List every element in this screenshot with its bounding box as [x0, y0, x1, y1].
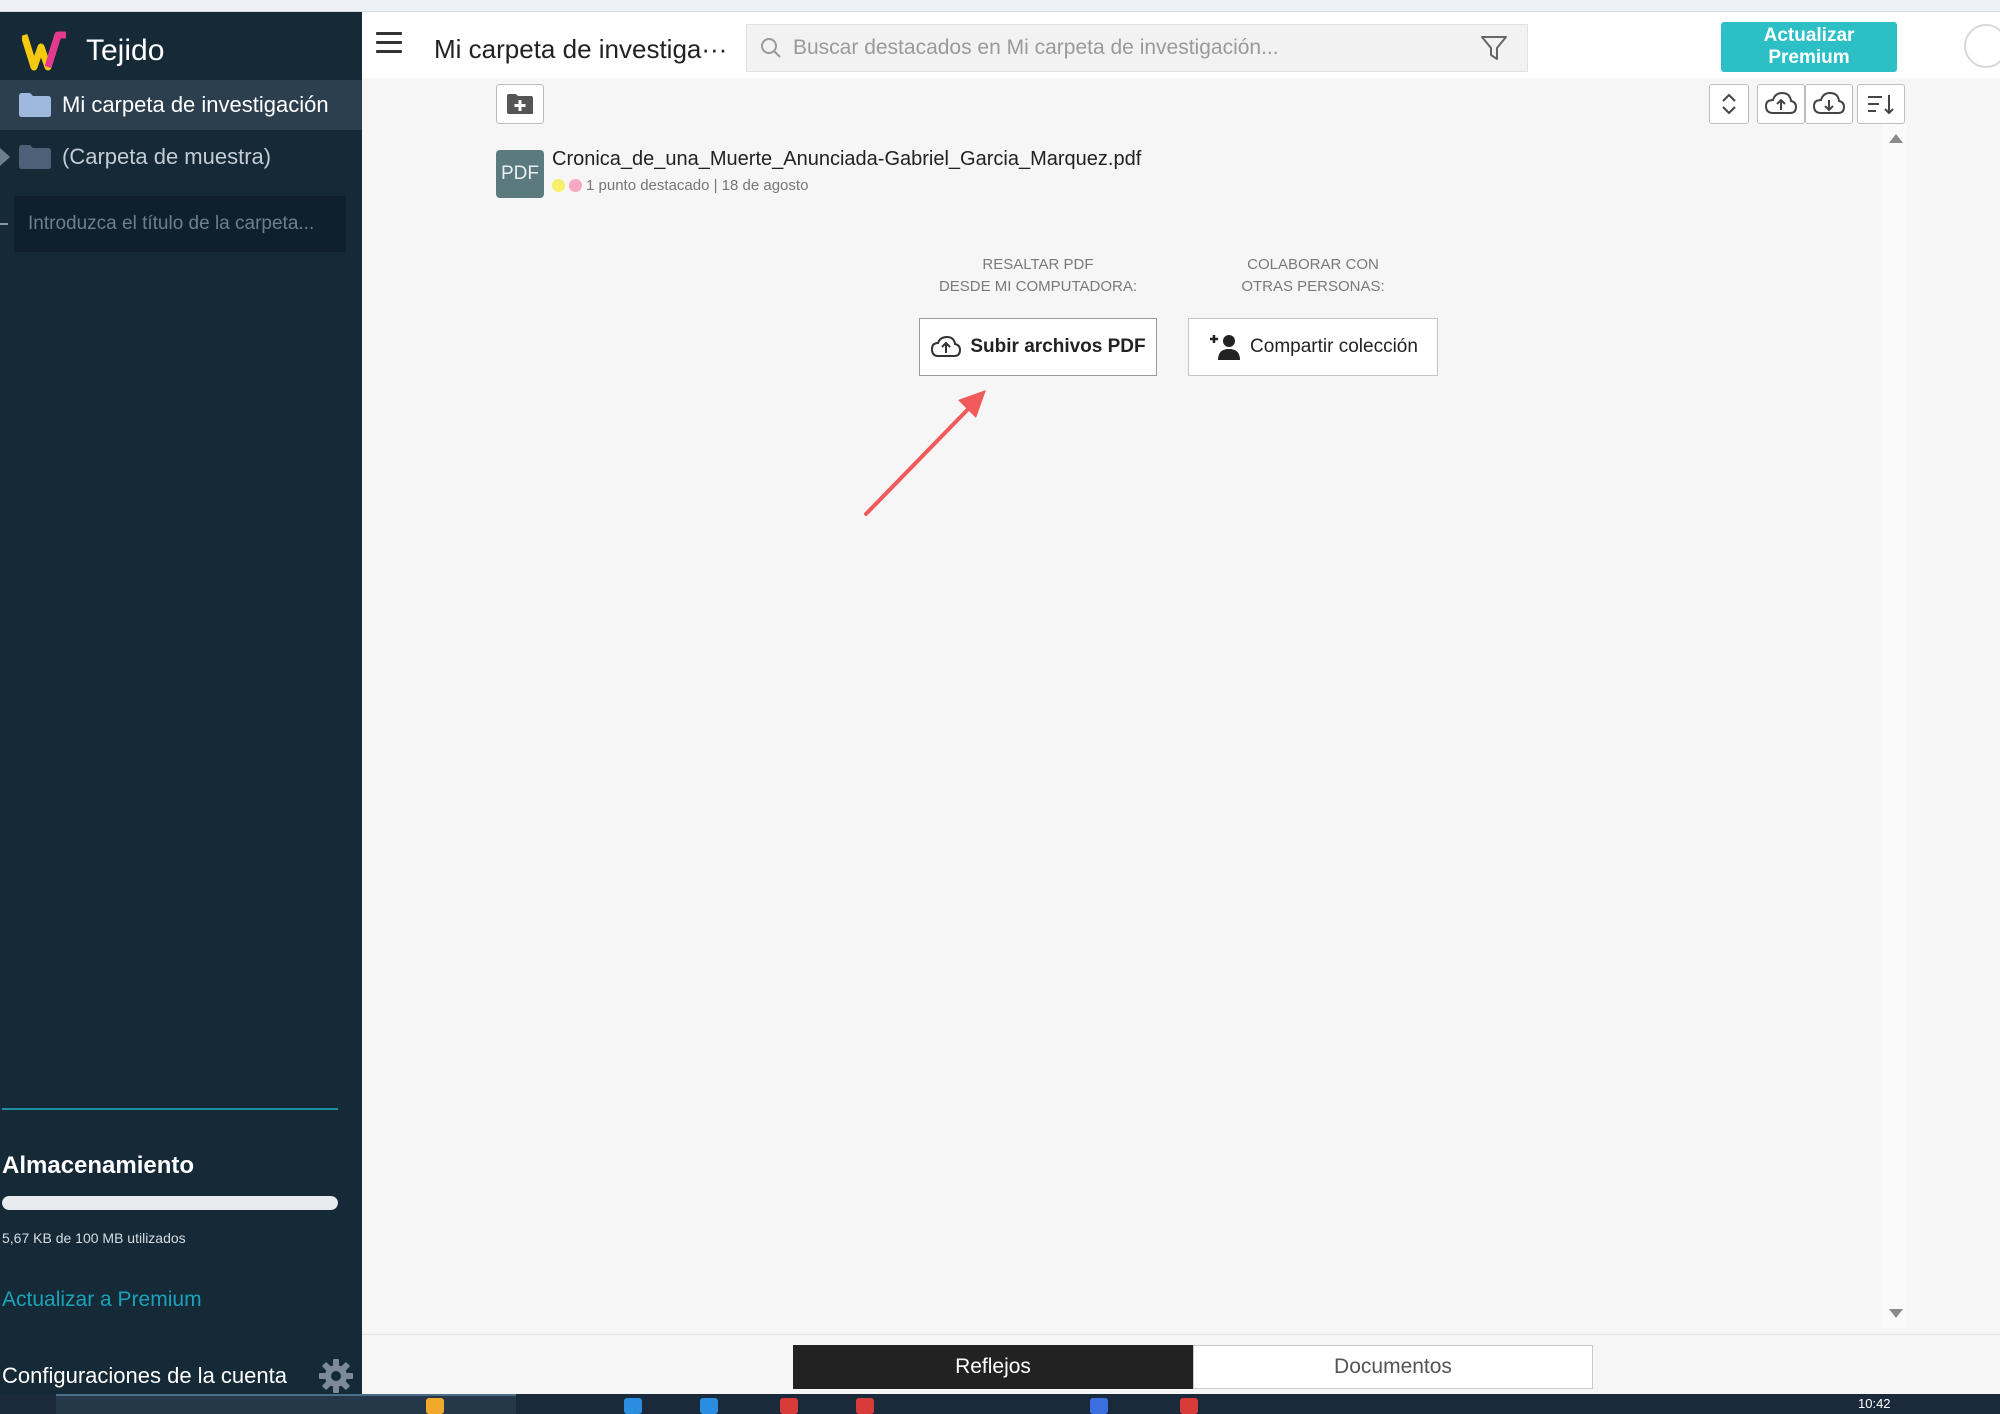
browser-top-strip: [0, 0, 2000, 12]
search-bar: [746, 24, 1528, 72]
upgrade-premium-link[interactable]: Actualizar a Premium: [2, 1288, 202, 1312]
upload-cta-line: DESDE MI COMPUTADORA:: [938, 278, 1138, 295]
current-folder-title: Mi carpeta de investiga···: [434, 34, 728, 64]
indent-mark: [0, 223, 8, 225]
taskbar-app-icon[interactable]: [1090, 1398, 1108, 1414]
storage-divider: [2, 1108, 338, 1110]
app-logo-icon: [22, 31, 66, 71]
storage-title: Almacenamiento: [2, 1152, 195, 1179]
add-person-icon: [1210, 335, 1241, 360]
taskbar-window[interactable]: [56, 1394, 516, 1414]
upgrade-premium-button[interactable]: Actualizar Premium: [1721, 22, 1897, 72]
scrollbar[interactable]: [1883, 124, 1907, 1328]
add-folder-icon: [507, 94, 533, 114]
document-meta: 1 punto destacado | 18 de agosto: [552, 177, 1141, 194]
cloud-upload-icon: [931, 335, 962, 357]
taskbar-app-icon[interactable]: [780, 1398, 798, 1414]
os-taskbar: 10:42: [0, 1394, 2000, 1414]
sort-list-icon: [1868, 95, 1894, 115]
upload-cta-line: RESALTAR PDF: [982, 256, 1094, 273]
sidebar-folder-label: (Carpeta de muestra): [62, 144, 272, 169]
sidebar: Tejido Mi carpeta de investigación (Carp…: [0, 12, 362, 1394]
expand-triangle-icon[interactable]: [0, 148, 10, 166]
document-meta-text: 1 punto destacado | 18 de agosto: [586, 177, 809, 194]
taskbar-app-icon[interactable]: [1180, 1398, 1198, 1414]
folder-icon: [19, 145, 51, 169]
tab-reflejos[interactable]: Reflejos: [793, 1345, 1193, 1389]
highlight-color-dot: [569, 179, 582, 192]
cloud-upload-button[interactable]: [1757, 84, 1805, 124]
brand[interactable]: Tejido: [22, 26, 164, 76]
scroll-up-icon[interactable]: [1889, 134, 1903, 143]
taskbar-clock: 10:42: [1858, 1396, 1891, 1411]
account-settings-row[interactable]: Configuraciones de la cuenta: [2, 1356, 354, 1396]
taskbar-app-icon[interactable]: [624, 1398, 642, 1414]
upload-cta-label: RESALTAR PDF DESDE MI COMPUTADORA:: [919, 254, 1157, 298]
add-folder-button[interactable]: [496, 84, 544, 124]
pdf-icon: PDF: [496, 150, 544, 198]
sort-arrows-icon: [1722, 93, 1736, 115]
share-cta-line: OTRAS PERSONAS:: [1241, 278, 1385, 295]
upload-pdf-label: Subir archivos PDF: [970, 336, 1146, 357]
search-icon: [761, 38, 781, 58]
search-input[interactable]: [783, 25, 1479, 71]
tab-documentos[interactable]: Documentos: [1193, 1345, 1593, 1389]
sidebar-folder-sample[interactable]: (Carpeta de muestra): [0, 132, 362, 182]
upload-pdf-button[interactable]: Subir archivos PDF: [919, 318, 1157, 376]
cloud-download-button[interactable]: [1805, 84, 1853, 124]
cloud-upload-icon: [1764, 91, 1798, 114]
expand-collapse-button[interactable]: [1709, 84, 1749, 124]
share-collection-label: Compartir colección: [1250, 336, 1418, 357]
menu-icon[interactable]: [376, 32, 402, 54]
gear-icon[interactable]: [318, 1358, 354, 1394]
folder-icon: [19, 93, 51, 117]
share-cta-label: COLABORAR CON OTRAS PERSONAS:: [1188, 254, 1438, 298]
sidebar-folder-label: Mi carpeta de investigación: [62, 92, 329, 117]
scroll-down-icon[interactable]: [1889, 1309, 1903, 1318]
taskbar-app-icon[interactable]: [700, 1398, 718, 1414]
storage-usage-text: 5,67 KB de 100 MB utilizados: [2, 1230, 186, 1246]
top-header: Mi carpeta de investiga··· Actualizar Pr…: [362, 12, 2000, 78]
storage-progress-fill: [2, 1196, 338, 1210]
filter-icon[interactable]: [1479, 33, 1509, 63]
share-cta-line: COLABORAR CON: [1247, 256, 1379, 273]
main-content: PDF Cronica_de_una_Muerte_Anunciada-Gabr…: [362, 78, 2000, 1334]
highlight-color-dot: [552, 179, 565, 192]
notifications-icon[interactable]: [1964, 24, 2000, 68]
taskbar-app-icon[interactable]: [856, 1398, 874, 1414]
new-folder-title-input[interactable]: [14, 196, 346, 252]
sidebar-folder-research[interactable]: Mi carpeta de investigación: [0, 80, 362, 130]
document-item[interactable]: PDF Cronica_de_una_Muerte_Anunciada-Gabr…: [496, 148, 1141, 198]
storage-progress-bar: [2, 1196, 338, 1210]
taskbar-app-icon[interactable]: [426, 1398, 444, 1414]
account-settings-label: Configuraciones de la cuenta: [2, 1363, 287, 1388]
document-title[interactable]: Cronica_de_una_Muerte_Anunciada-Gabriel_…: [552, 148, 1141, 171]
sort-button[interactable]: [1857, 84, 1905, 124]
app-name: Tejido: [86, 34, 165, 67]
share-collection-button[interactable]: Compartir colección: [1188, 318, 1438, 376]
bottom-tab-bar: Reflejos Documentos: [362, 1334, 2000, 1394]
cloud-download-icon: [1812, 91, 1846, 114]
